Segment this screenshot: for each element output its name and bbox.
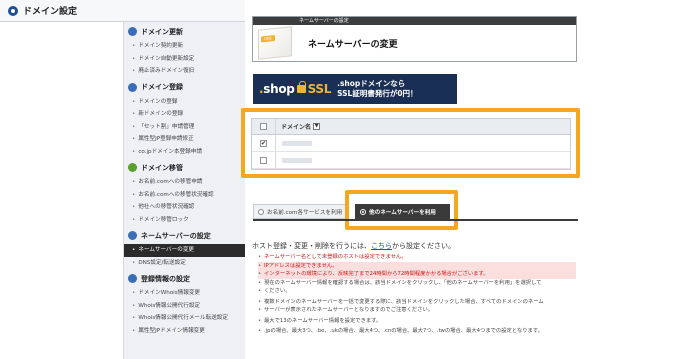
sidebar-section: ドメイン更新ドメイン契約更新ドメイン自動更新設定廃止済みドメイン復旧 — [124, 25, 245, 78]
sidebar-title: ドメイン設定 — [23, 7, 78, 17]
note-item: ください。 — [258, 287, 576, 296]
radio-icon — [258, 208, 264, 215]
domain-table-header: ドメイン名 ▼ — [252, 119, 570, 135]
host-settings-link[interactable]: こちら — [371, 242, 392, 250]
domain-settings-icon — [8, 5, 18, 16]
sidebar-section-title: ドメイン更新 — [128, 25, 241, 38]
note-item: 最大で13のネームサーバー情報を設定できます。 — [258, 317, 576, 326]
lock-icon — [296, 81, 306, 93]
section-icon — [128, 82, 137, 92]
table-row[interactable] — [252, 152, 570, 169]
page-header: ネームサーバーの設定 DNS ネームサーバーの変更 — [252, 16, 577, 62]
sidebar-item[interactable]: 属性型JP登録申請修正 — [132, 133, 245, 146]
note-item: .jpの場合、最大3つ、.be、.ukの場合、最大4つ、.cnの場合、最大7つ、… — [258, 327, 576, 336]
banner-text: .shopドメインなら SSL証明書発行が0円！ — [337, 79, 418, 98]
sidebar-menu: ドメイン更新ドメイン契約更新ドメイン自動更新設定廃止済みドメイン復旧ドメイン登録… — [123, 22, 245, 359]
sort-icon[interactable]: ▼ — [313, 123, 321, 130]
sidebar-section-title: ドメイン登録 — [128, 81, 241, 94]
note-item: IPアドレスは設定できません。 — [258, 261, 576, 270]
nameserver-icon-tag: DNS — [261, 35, 275, 43]
sidebar-item[interactable]: 他社への移管状況確認 — [132, 201, 245, 214]
nameserver-icon: DNS — [258, 26, 292, 60]
sidebar-item[interactable]: ドメイン自動更新設定 — [132, 53, 245, 66]
sidebar-item[interactable]: ドメインの登録 — [132, 96, 245, 109]
sidebar-section: ネームサーバーの設定ネームサーバーの変更DNS設定/転送設定 — [124, 229, 245, 269]
domain-column-header: ドメイン名 — [281, 124, 312, 131]
sidebar-item[interactable]: DNS設定/転送設定 — [132, 257, 245, 270]
tab-onamae-services-label: お名前.com各サービスを利用 — [267, 209, 343, 216]
row-checkbox[interactable]: ✔ — [260, 139, 267, 147]
radio-selected-icon — [360, 208, 366, 215]
sidebar-item[interactable]: 「セット割」申請管理 — [132, 121, 245, 134]
domain-table: ドメイン名 ▼ ✔ — [251, 118, 571, 170]
page-header-bar: ネームサーバーの設定 — [253, 17, 576, 25]
table-row[interactable]: ✔ — [252, 135, 570, 152]
note-item: 現在のネームサーバー情報を確認する場合は、該当ドメインをクリックし、「他のネーム… — [258, 279, 576, 288]
shop-ssl-banner[interactable]: .shop SSL .shopドメインなら SSL証明書発行が0円！ — [253, 74, 457, 104]
sidebar-item[interactable]: ドメイン移管ロック — [132, 214, 245, 227]
tab-onamae-services[interactable]: お名前.com各サービスを利用 — [253, 204, 348, 219]
sidebar-item[interactable]: ネームサーバーの変更 — [124, 244, 245, 257]
sidebar-item[interactable]: 新ドメインの登録 — [132, 108, 245, 121]
sidebar-item[interactable]: ドメイン契約更新 — [132, 40, 245, 53]
sidebar-item[interactable]: 廃止済みドメイン復旧 — [132, 65, 245, 78]
sidebar-section: 登録情報の設定ドメインWhois情報変更Whois情報公開代行設定Whois情報… — [124, 272, 245, 337]
shop-ssl-logo: .shop SSL — [259, 81, 332, 96]
sidebar-section-title: 登録情報の設定 — [128, 272, 241, 285]
sidebar-item[interactable]: ドメインWhois情報変更 — [132, 287, 245, 300]
sidebar-item[interactable]: お名前.comへの移管状況確認 — [132, 189, 245, 202]
tab-other-nameserver[interactable]: 他のネームサーバーを利用 — [355, 204, 450, 219]
tab-other-nameserver-label: 他のネームサーバーを利用 — [369, 209, 436, 216]
section-icon — [128, 27, 137, 36]
note-item: サーバーが表示されたネームサーバーとなりますのでご注意ください。 — [258, 306, 576, 315]
domain-name-redacted — [282, 157, 312, 163]
sidebar-section: ドメイン登録ドメインの登録新ドメインの登録「セット割」申請管理属性型JP登録申請… — [124, 81, 245, 159]
sidebar-item[interactable]: お名前.comへの移管申請 — [132, 176, 245, 189]
page-title: ネームサーバーの変更 — [308, 40, 398, 50]
sidebar-item[interactable]: Whois情報公開代行設定 — [132, 300, 245, 313]
select-all-checkbox[interactable] — [260, 123, 267, 130]
note-item: ネームサーバー名として未登録のホストは設定できません。 — [258, 253, 576, 262]
note-item: インターネットの環境により、反映完了まで24時間から72時間程度かかる場合がござ… — [258, 270, 576, 279]
note-item: 複数ドメインのネームサーバーを一括で変更する際に、該当ドメインをクリックした場合… — [258, 298, 576, 307]
sidebar-item[interactable]: 属性型JPドメイン情報変更 — [132, 325, 245, 338]
sidebar-item[interactable]: co.jpドメイン本登録申請 — [132, 146, 245, 159]
row-checkbox[interactable] — [260, 156, 267, 164]
sidebar-header: ドメイン設定 — [0, 0, 245, 22]
notes-list: ネームサーバー名として未登録のホストは設定できません。IPアドレスは設定できませ… — [258, 253, 576, 336]
sidebar-section: ドメイン移管お名前.comへの移管申請お名前.comへの移管状況確認他社への移管… — [124, 161, 245, 226]
host-registration-intro: ホスト登録・変更・削除を行うには、こちらから設定ください。 — [252, 242, 455, 250]
sidebar-section-title: ネームサーバーの設定 — [128, 229, 241, 242]
section-icon — [128, 231, 137, 240]
section-icon — [128, 163, 137, 172]
tab-underline — [253, 219, 578, 221]
sidebar-section-title: ドメイン移管 — [128, 161, 241, 174]
section-icon — [128, 274, 137, 283]
domain-name-redacted — [282, 140, 312, 146]
sidebar-item[interactable]: Whois情報公開代行メール転送設定 — [132, 312, 245, 325]
sidebar: ドメイン設定 ドメイン更新ドメイン契約更新ドメイン自動更新設定廃止済みドメイン復… — [0, 0, 245, 359]
